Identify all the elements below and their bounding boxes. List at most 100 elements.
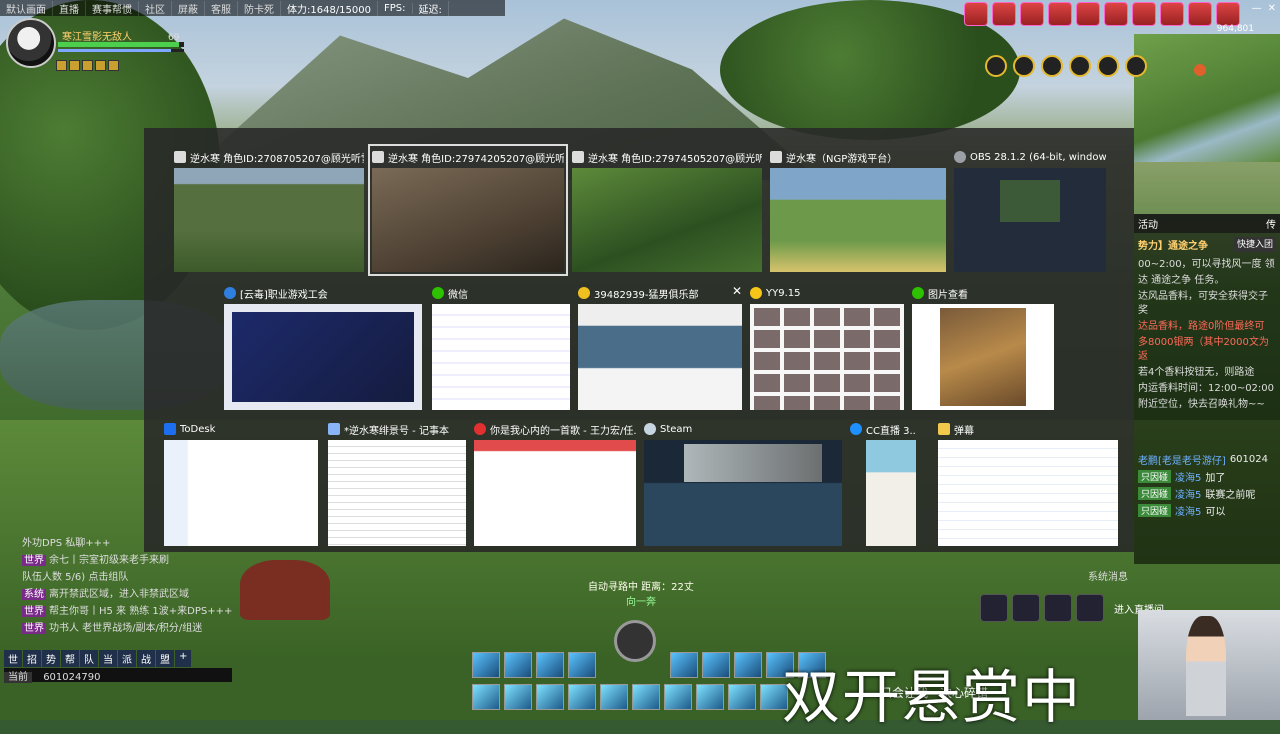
chat-sender[interactable]: 凌海5 bbox=[1175, 486, 1201, 501]
add-tab-button[interactable]: + bbox=[175, 650, 192, 667]
skill-slot[interactable] bbox=[632, 684, 660, 710]
tab-battle[interactable]: 战 bbox=[137, 650, 155, 667]
quest-line: 若4个香料按钮无，则路途 bbox=[1138, 367, 1255, 378]
tab-sect[interactable]: 派 bbox=[118, 650, 136, 667]
skill-slot[interactable] bbox=[728, 684, 756, 710]
tab-activity[interactable]: 活动 bbox=[1138, 216, 1158, 231]
skill-slot[interactable] bbox=[504, 652, 532, 678]
skill-slot[interactable] bbox=[664, 684, 692, 710]
switcher-window[interactable]: OBS 28.1.2 (64-bit, window... bbox=[954, 148, 1106, 272]
skill-icon[interactable] bbox=[1041, 55, 1063, 77]
event-icon[interactable] bbox=[1188, 2, 1212, 26]
tab-world[interactable]: 世 bbox=[4, 650, 22, 667]
event-icon[interactable] bbox=[992, 2, 1016, 26]
quick-join-button[interactable]: 快捷入团 bbox=[1233, 237, 1276, 252]
menu-item-view[interactable]: 默认画面 bbox=[0, 0, 53, 16]
chat-channel-selector[interactable]: 当前 bbox=[4, 672, 32, 683]
event-icon[interactable] bbox=[1020, 2, 1044, 26]
chat-text: 离开禁武区域，进入非禁武区域 bbox=[49, 589, 189, 600]
switcher-window[interactable]: ToDesk bbox=[164, 420, 318, 546]
menu-item-block[interactable]: 屏蔽 bbox=[172, 0, 205, 16]
skill-slot[interactable] bbox=[696, 684, 724, 710]
game-top-menu: 默认画面 直播 赛事帮惯 社区 屏蔽 客服 防卡死 体力:1648/15000 … bbox=[0, 0, 505, 16]
switcher-window[interactable]: 图片查看 bbox=[912, 284, 1054, 410]
window-title: 你是我心内的一首歌 - 王力宏/任... bbox=[474, 420, 636, 438]
quest-line: 达风品香料，可安全获得交子奖 bbox=[1138, 291, 1268, 316]
switcher-window[interactable]: Steam bbox=[644, 420, 842, 546]
switcher-window[interactable]: 微信 bbox=[432, 284, 570, 410]
menu-item-events[interactable]: 赛事帮惯 bbox=[86, 0, 139, 16]
event-icon[interactable] bbox=[964, 2, 988, 26]
tab-current[interactable]: 当 bbox=[99, 650, 117, 667]
event-icon[interactable] bbox=[1076, 2, 1100, 26]
switcher-window-selected[interactable]: 逆水寒 角色ID:27974205207@顾光听雪... bbox=[368, 144, 568, 276]
chat-channel-tag: 世界 bbox=[22, 555, 46, 566]
close-icon[interactable]: ✕ bbox=[1268, 3, 1276, 14]
chat-input[interactable]: 601024790 bbox=[43, 672, 100, 683]
skill-slot[interactable] bbox=[536, 684, 564, 710]
chat-sender[interactable]: 凌海5 bbox=[1175, 503, 1201, 518]
switcher-window[interactable]: YY9.15 bbox=[750, 284, 904, 410]
tab-team[interactable]: 队 bbox=[80, 650, 98, 667]
tab-recruit[interactable]: 招 bbox=[23, 650, 41, 667]
switcher-window[interactable]: *逆水寒绯景号 - 记事本 bbox=[328, 420, 466, 546]
event-icon[interactable] bbox=[1160, 2, 1184, 26]
skill-slot[interactable] bbox=[536, 652, 564, 678]
skill-slot[interactable] bbox=[568, 652, 596, 678]
quest-line: 内运香料时间：12:00~02:00 bbox=[1138, 383, 1275, 394]
system-message: 系统消息 进入直播间 bbox=[1088, 568, 1164, 616]
skill-icon[interactable] bbox=[1069, 55, 1091, 77]
switcher-window[interactable]: 39482939-猛男俱乐部 ✕ bbox=[578, 284, 742, 410]
menu-item-live[interactable]: 直播 bbox=[53, 0, 86, 16]
window-title: 逆水寒 角色ID:2708705207@顾光听雪... bbox=[174, 148, 364, 166]
tab-faction[interactable]: 势 bbox=[42, 650, 60, 667]
quick-skill-icons bbox=[985, 55, 1147, 77]
skill-slot[interactable] bbox=[472, 684, 500, 710]
skill-slot[interactable] bbox=[568, 684, 596, 710]
skill-slot[interactable] bbox=[504, 684, 532, 710]
switcher-window[interactable]: 逆水寒 角色ID:27974505207@顾光听雪... bbox=[572, 148, 762, 272]
menu-item-unstuck[interactable]: 防卡死 bbox=[238, 0, 281, 16]
minimap[interactable] bbox=[1134, 34, 1280, 162]
tab-alliance[interactable]: 盟 bbox=[156, 650, 174, 667]
chat-input-bar[interactable]: 当前 601024790 bbox=[4, 668, 232, 683]
quest-line: 附近空位，快去召唤礼物~~ bbox=[1138, 399, 1265, 410]
window-title-text: 你是我心内的一首歌 - 王力宏/任... bbox=[490, 425, 636, 437]
quest-line: 00~2:00，可以寻找风一度 领 bbox=[1138, 259, 1275, 270]
skill-icon[interactable] bbox=[1013, 55, 1035, 77]
tab-guild[interactable]: 帮 bbox=[61, 650, 79, 667]
tab-teleport[interactable]: 传 bbox=[1266, 216, 1276, 231]
skill-slot[interactable] bbox=[600, 684, 628, 710]
switcher-window[interactable]: 你是我心内的一首歌 - 王力宏/任... bbox=[474, 420, 636, 546]
event-icon[interactable] bbox=[1132, 2, 1156, 26]
gift-icon[interactable] bbox=[1012, 594, 1040, 622]
player-avatar[interactable] bbox=[6, 18, 56, 68]
switcher-window[interactable]: 弹幕 bbox=[938, 420, 1118, 546]
skill-slot[interactable] bbox=[472, 652, 500, 678]
chat-text[interactable]: 队伍人数 5/6) 点击组队 bbox=[22, 572, 128, 583]
photo-icon bbox=[912, 287, 924, 299]
skill-icon[interactable] bbox=[1125, 55, 1147, 77]
close-icon[interactable]: ✕ bbox=[732, 284, 742, 298]
menu-item-service[interactable]: 客服 bbox=[205, 0, 238, 16]
switcher-window[interactable]: [云毒]职业游戏工会 bbox=[224, 284, 422, 410]
skill-icon[interactable] bbox=[985, 55, 1007, 77]
chat-sender[interactable]: 老鹏[老是老号游仔] bbox=[1138, 452, 1226, 467]
event-icon[interactable] bbox=[1048, 2, 1072, 26]
switcher-window[interactable]: 逆水寒 角色ID:2708705207@顾光听雪... bbox=[174, 148, 364, 272]
minimize-icon[interactable]: — bbox=[1252, 3, 1262, 14]
skill-icon[interactable] bbox=[1097, 55, 1119, 77]
skill-slot[interactable] bbox=[702, 652, 730, 678]
skill-slot[interactable] bbox=[734, 652, 762, 678]
menu-item-community[interactable]: 社区 bbox=[139, 0, 172, 16]
gift-icon[interactable] bbox=[980, 594, 1008, 622]
event-icon[interactable] bbox=[1216, 2, 1240, 26]
quest-title[interactable]: 势力】通途之争 bbox=[1138, 237, 1208, 252]
chat-sender[interactable]: 凌海5 bbox=[1175, 469, 1201, 484]
event-icon[interactable] bbox=[1104, 2, 1128, 26]
chat-line: 世界 余七丨宗室初级来老手来刷 bbox=[22, 551, 214, 566]
gift-icon[interactable] bbox=[1044, 594, 1072, 622]
skill-slot[interactable] bbox=[670, 652, 698, 678]
switcher-window[interactable]: 逆水寒（NGP游戏平台） bbox=[770, 148, 946, 272]
switcher-window[interactable]: CC直播 3... bbox=[850, 420, 916, 546]
